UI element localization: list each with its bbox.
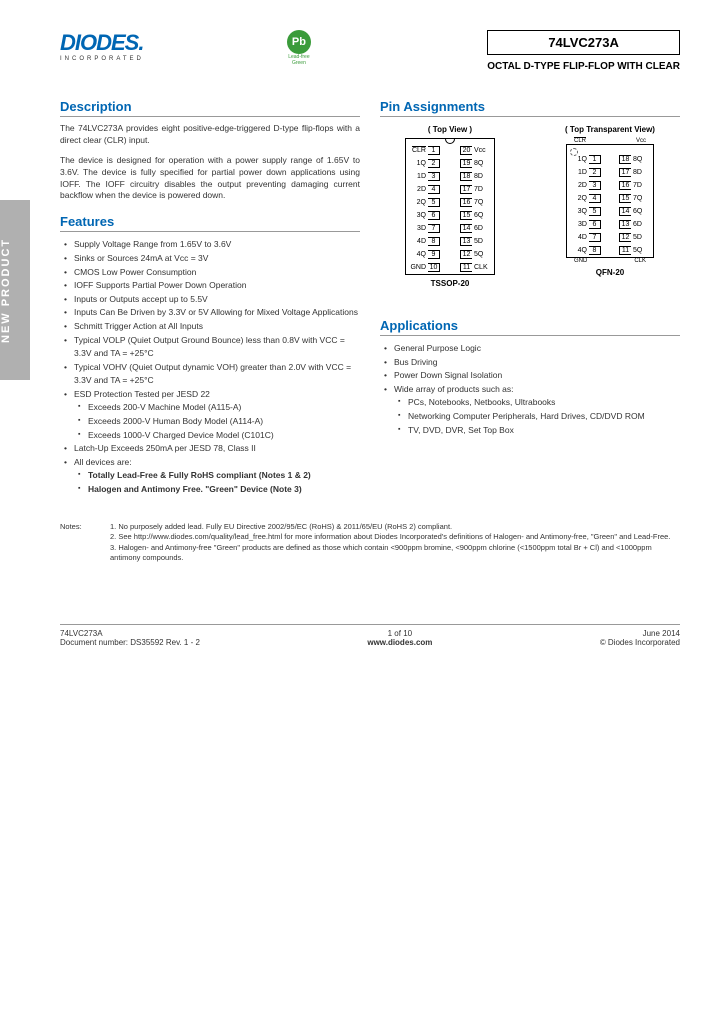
feature-compliance-item: Totally Lead-Free & Fully RoHS compliant… xyxy=(74,469,360,483)
logo-subtitle: INCORPORATED xyxy=(60,56,144,62)
note-item: 2. See http://www.diodes.com/quality/lea… xyxy=(110,532,680,543)
feature-item: Typical VOHV (Quiet Output dynamic VOH) … xyxy=(60,361,360,388)
pin-row: 2D3167D xyxy=(567,179,653,192)
pin-row: 4D8135D xyxy=(406,235,494,248)
feature-item: CMOS Low Power Consumption xyxy=(60,266,360,280)
footer-copyright: © Diodes Incorporated xyxy=(600,638,680,647)
application-item: General Purpose Logic xyxy=(380,342,680,356)
qfn-bot-clk: CLK xyxy=(634,258,646,264)
feature-item: IOFF Supports Partial Power Down Operati… xyxy=(60,279,360,293)
feature-sub-item: Exceeds 200-V Machine Model (A115-A) xyxy=(74,401,360,415)
pin-row: 1D2178D xyxy=(567,166,653,179)
lead-free-badge: Pb Lead-free Green xyxy=(284,30,314,60)
pin-row: 2D4177D xyxy=(406,183,494,196)
feature-compliance-item: Halogen and Antimony Free. "Green" Devic… xyxy=(74,483,360,497)
pin-row: 4D7125D xyxy=(567,231,653,244)
footer-url: www.diodes.com xyxy=(367,638,432,647)
feature-item: Latch-Up Exceeds 250mA per JESD 78, Clas… xyxy=(60,442,360,456)
pb-icon: Pb xyxy=(287,30,311,54)
section-applications: Applications xyxy=(380,318,680,336)
application-sub-item: TV, DVD, DVR, Set Top Box xyxy=(394,424,680,438)
pin-row: CLR120Vcc xyxy=(406,144,494,157)
tssop-name: TSSOP-20 xyxy=(405,279,495,288)
feature-item: Supply Voltage Range from 1.65V to 3.6V xyxy=(60,238,360,252)
notes: Notes: 1. No purposely added lead. Fully… xyxy=(60,522,680,564)
footer-date: June 2014 xyxy=(600,629,680,638)
feature-item: Inputs or Outputs accept up to 5.5V xyxy=(60,293,360,307)
pb-text: Lead-free Green xyxy=(284,54,314,66)
notes-label: Notes: xyxy=(60,522,110,564)
qfn-bot-gnd: GND xyxy=(574,258,587,264)
pin-row: 4Q8115Q xyxy=(567,244,653,257)
feature-item: Sinks or Sources 24mA at Vcc = 3V xyxy=(60,252,360,266)
logo: DIODES. INCORPORATED xyxy=(60,30,144,62)
feature-sub-item: Exceeds 2000-V Human Body Model (A114-A) xyxy=(74,415,360,429)
part-number-box: 74LVC273A xyxy=(487,30,680,55)
application-item: Power Down Signal Isolation xyxy=(380,369,680,383)
section-pin-assignments: Pin Assignments xyxy=(380,99,680,117)
feature-item: ESD Protection Tested per JESD 22 xyxy=(60,388,360,402)
transparent-view-label: ( Top Transparent View) xyxy=(565,125,655,134)
footer-page: 1 of 10 xyxy=(367,629,432,638)
footer-doc: Document number: DS35592 Rev. 1 - 2 xyxy=(60,638,200,647)
pin-row: 1D3188D xyxy=(406,170,494,183)
application-sub-item: PCs, Notebooks, Netbooks, Ultrabooks xyxy=(394,396,680,410)
new-product-badge: NEW PRODUCT xyxy=(0,200,30,380)
applications-list: General Purpose LogicBus DrivingPower Do… xyxy=(380,342,680,437)
application-sub-item: Networking Computer Peripherals, Hard Dr… xyxy=(394,410,680,424)
footer: 74LVC273A Document number: DS35592 Rev. … xyxy=(60,624,680,647)
pin-row: 1Q1188Q xyxy=(567,153,653,166)
feature-item: Schmitt Trigger Action at All Inputs xyxy=(60,320,360,334)
footer-part: 74LVC273A xyxy=(60,629,200,638)
pin-row: 3Q6156Q xyxy=(406,209,494,222)
features-list: Supply Voltage Range from 1.65V to 3.6VS… xyxy=(60,238,360,496)
subtitle: OCTAL D-TYPE FLIP-FLOP WITH CLEAR xyxy=(487,61,680,72)
qfn-name: QFN-20 xyxy=(565,268,655,277)
tssop-package: ( Top View ) CLR120Vcc1Q2198Q1D3188D2D41… xyxy=(405,125,495,288)
application-item: Wide array of products such as: xyxy=(380,383,680,397)
qfn-package: ( Top Transparent View) CLR Vcc 1Q1188Q1… xyxy=(565,125,655,288)
section-description: Description xyxy=(60,99,360,117)
pin-row: 1Q2198Q xyxy=(406,157,494,170)
pin-row: 3Q5146Q xyxy=(567,205,653,218)
pin-row: 3D7146D xyxy=(406,222,494,235)
note-item: 3. Halogen- and Antimony-free "Green" pr… xyxy=(110,543,680,564)
feature-sub-item: Exceeds 1000-V Charged Device Model (C10… xyxy=(74,429,360,443)
feature-item: Typical VOLP (Quiet Output Ground Bounce… xyxy=(60,334,360,361)
pin-row: 2Q5167Q xyxy=(406,196,494,209)
application-item: Bus Driving xyxy=(380,356,680,370)
pin-row: 3D6136D xyxy=(567,218,653,231)
pin-diagram: ( Top View ) CLR120Vcc1Q2198Q1D3188D2D41… xyxy=(380,125,680,288)
pin-row: 2Q4157Q xyxy=(567,192,653,205)
description-p1: The 74LVC273A provides eight positive-ed… xyxy=(60,123,360,147)
pin-row: 4Q9125Q xyxy=(406,248,494,261)
top-view-label: ( Top View ) xyxy=(405,125,495,134)
note-item: 1. No purposely added lead. Fully EU Dir… xyxy=(110,522,680,533)
logo-text: DIODES xyxy=(60,30,138,55)
header: DIODES. INCORPORATED Pb Lead-free Green … xyxy=(60,30,680,72)
section-features: Features xyxy=(60,214,360,232)
feature-item: All devices are: xyxy=(60,456,360,470)
pin-row: GND1011CLK xyxy=(406,261,494,274)
description-p2: The device is designed for operation wit… xyxy=(60,155,360,203)
feature-item: Inputs Can Be Driven by 3.3V or 5V Allow… xyxy=(60,306,360,320)
